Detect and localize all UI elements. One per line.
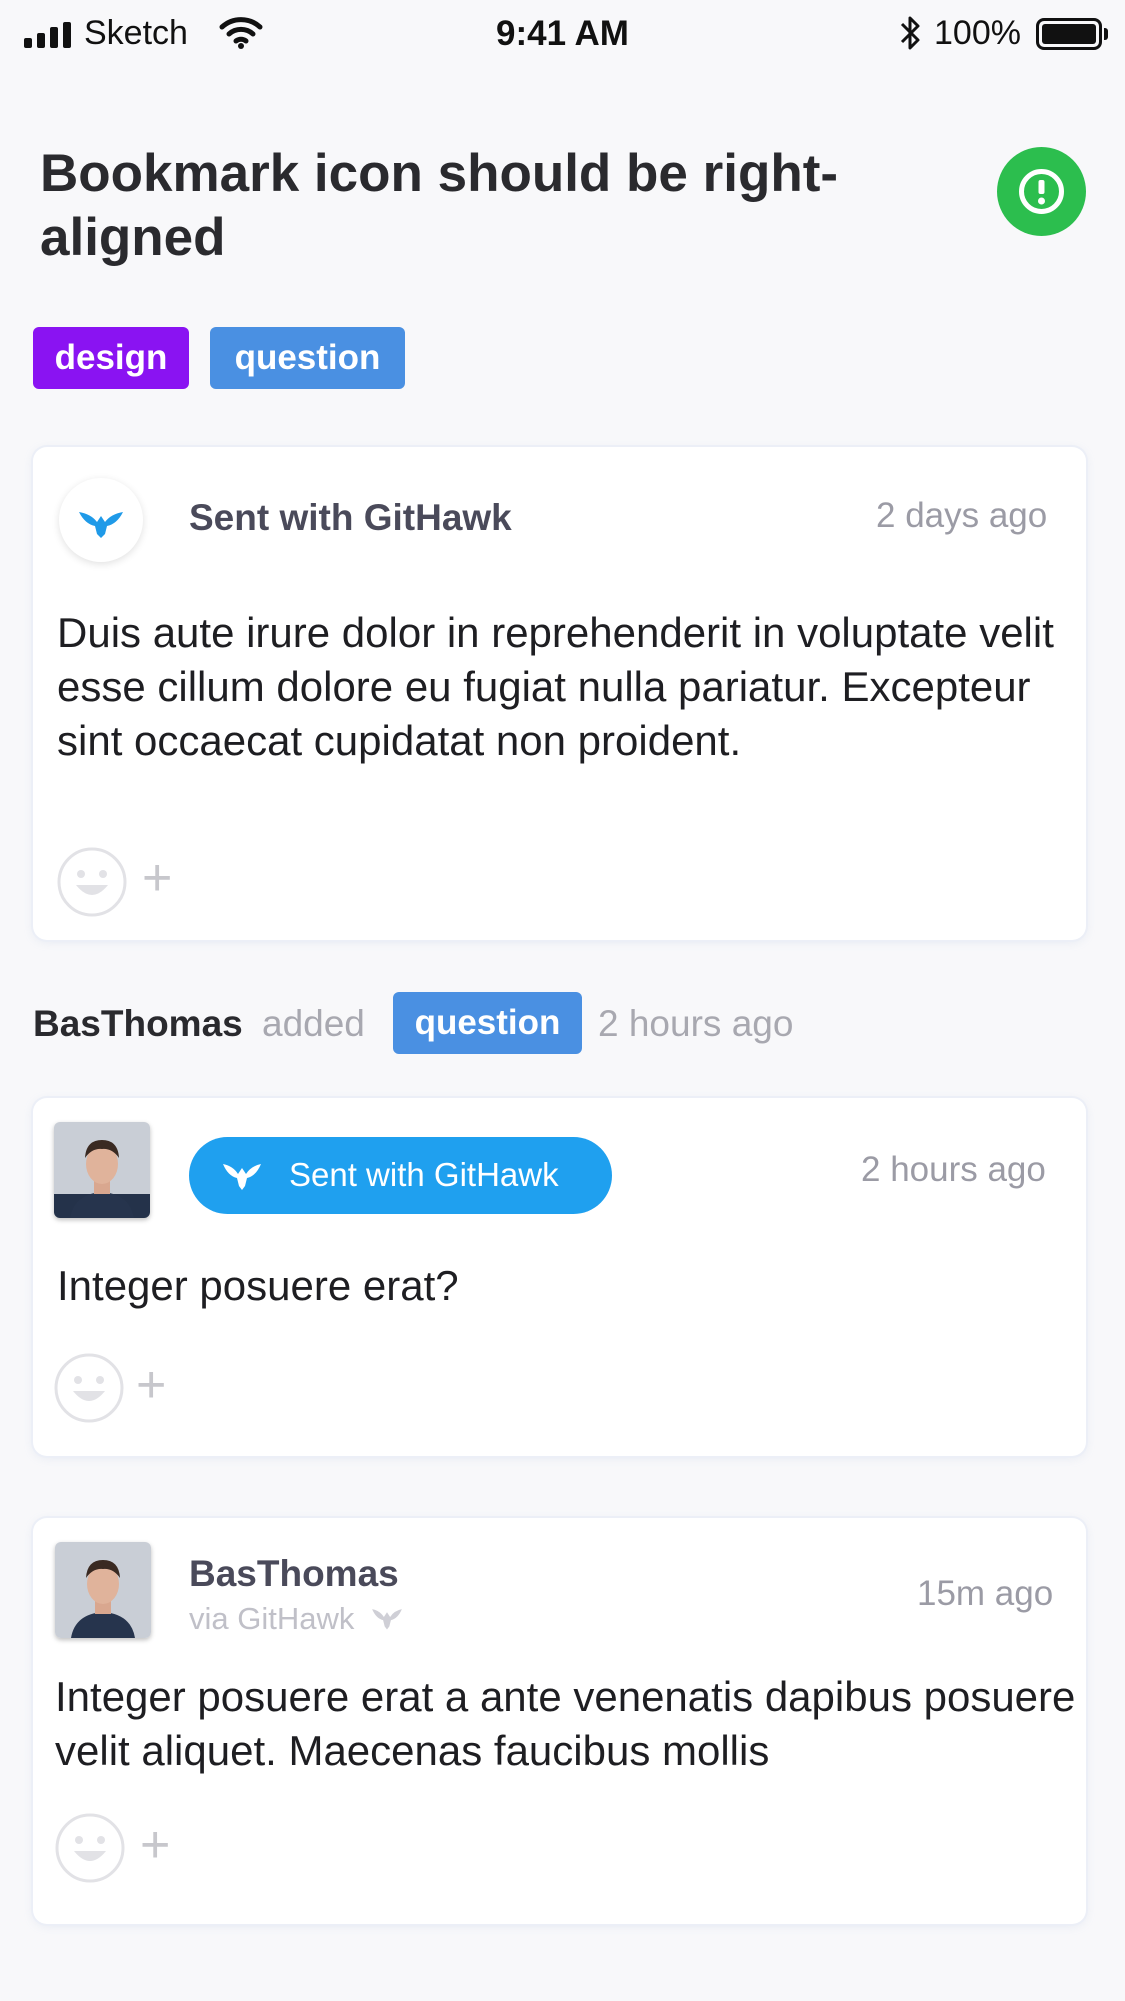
avatar[interactable] — [54, 1122, 150, 1218]
comment-body: Integer posuere erat a ante venenatis da… — [55, 1673, 1076, 1774]
battery-percent: 100% — [934, 14, 1021, 52]
user-photo — [54, 1122, 150, 1218]
bluetooth-icon — [900, 16, 920, 50]
alert-icon — [1019, 169, 1064, 214]
githawk-badge[interactable]: Sent with GitHawk — [189, 1137, 612, 1214]
label-question[interactable]: question — [210, 327, 405, 389]
issue-title: Bookmark icon should be right-aligned — [40, 144, 839, 267]
comment-time: 15m ago — [917, 1574, 1054, 1613]
add-reaction-button[interactable]: + — [136, 1359, 166, 1411]
smiley-icon[interactable] — [54, 1353, 124, 1423]
via-label: via GitHawk — [189, 1601, 355, 1636]
status-bar: Sketch 9:41 AM 100% — [0, 0, 1125, 70]
githawk-bird-icon — [79, 512, 123, 538]
add-reaction-button[interactable]: + — [140, 1819, 170, 1871]
event-time: 2 hours ago — [598, 1003, 794, 1044]
comment-author[interactable]: Sent with GitHawk — [189, 497, 512, 539]
githawk-bird-icon — [372, 1609, 402, 1630]
smiley-icon[interactable] — [57, 847, 127, 917]
githawk-badge-label: Sent with GitHawk — [289, 1156, 559, 1193]
battery-icon — [1036, 18, 1102, 50]
comment-author[interactable]: BasThomas — [189, 1553, 399, 1595]
event-action: added — [262, 1003, 365, 1044]
githawk-bird-icon — [223, 1164, 261, 1190]
comment-body: Integer posuere erat? — [57, 1262, 459, 1309]
smiley-icon[interactable] — [55, 1813, 125, 1883]
via-githawk: via GitHawk — [189, 1601, 405, 1637]
event-label-question[interactable]: question — [393, 992, 582, 1054]
event-user[interactable]: BasThomas — [33, 1003, 243, 1045]
battery-nub — [1104, 28, 1108, 40]
user-photo — [55, 1542, 151, 1638]
comment-body: Duis aute irure dolor in reprehenderit i… — [57, 609, 1054, 764]
issue-state-badge — [997, 147, 1086, 236]
githawk-avatar — [59, 478, 143, 562]
comment-time: 2 days ago — [876, 496, 1048, 535]
label-design[interactable]: design — [33, 327, 189, 389]
avatar[interactable] — [55, 1542, 151, 1638]
comment-time: 2 hours ago — [861, 1150, 1046, 1189]
add-reaction-button[interactable]: + — [142, 852, 172, 904]
